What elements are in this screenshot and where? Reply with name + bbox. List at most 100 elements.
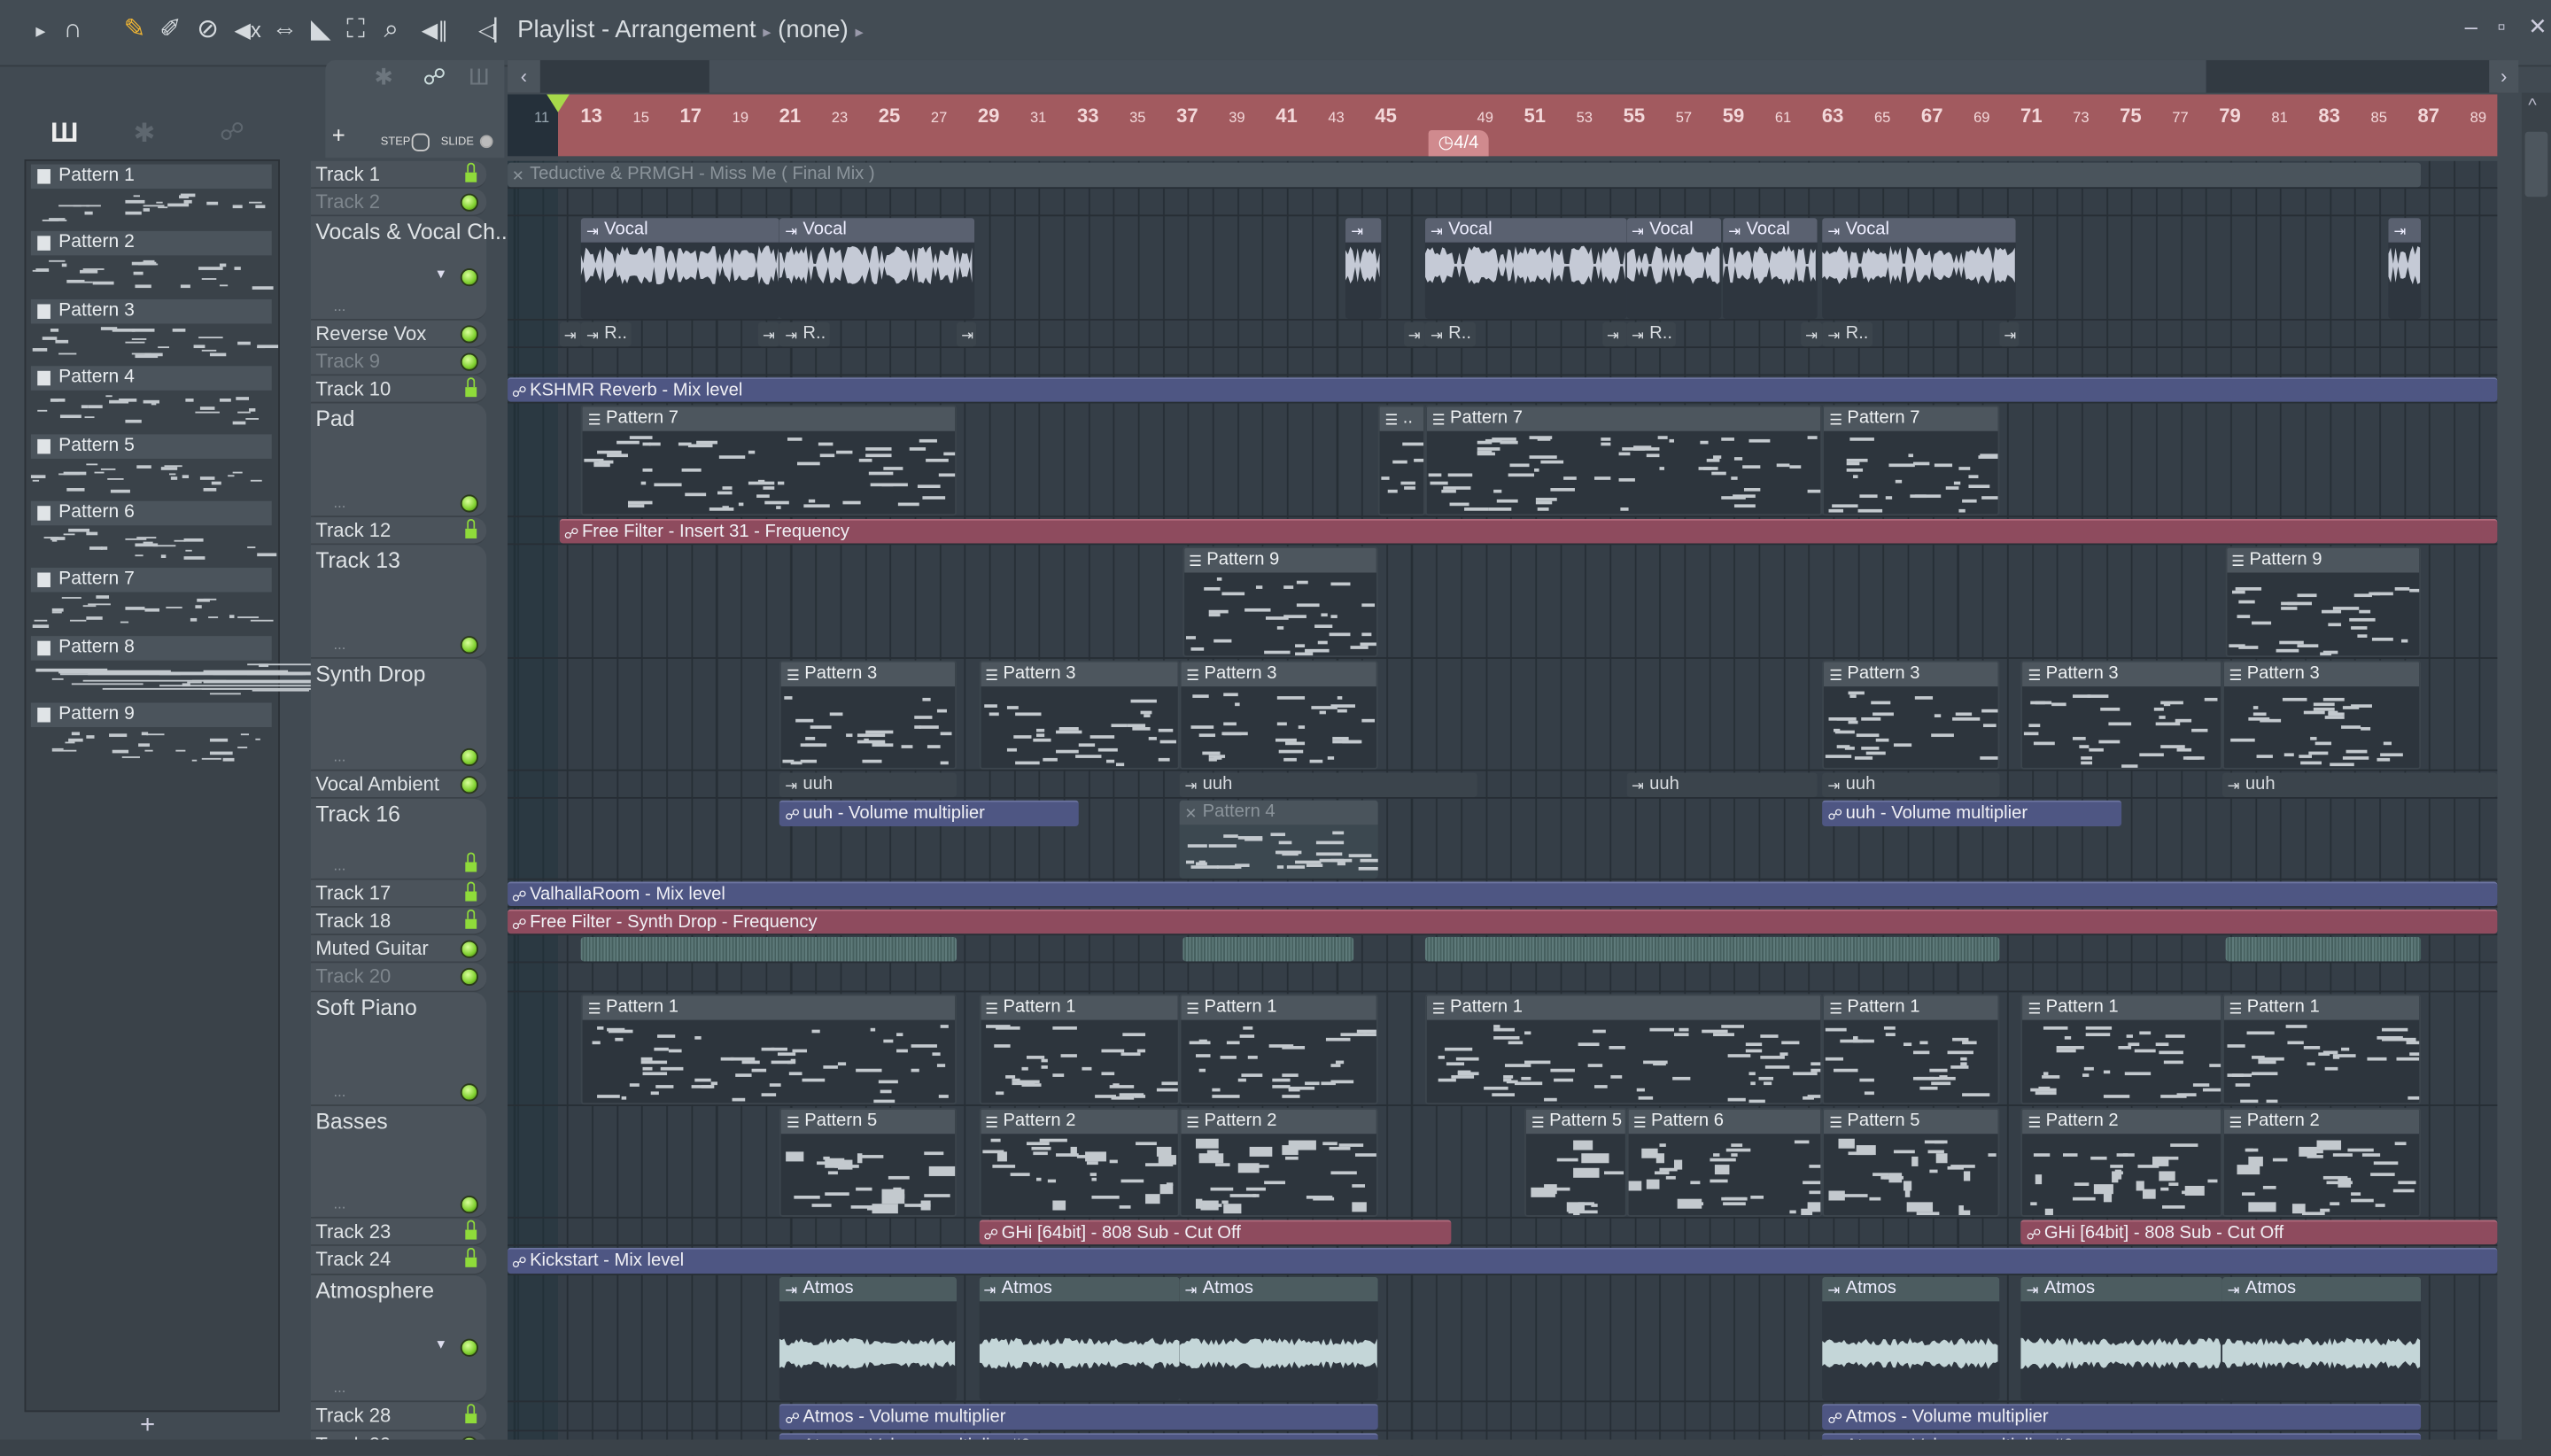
clip-muted[interactable]: ✕ Pattern 4 <box>1179 800 1379 879</box>
clip-thin[interactable]: ⇥ <box>757 321 780 347</box>
track-header[interactable]: Pad... <box>310 403 487 518</box>
track-header[interactable]: Track 23 <box>310 1218 487 1246</box>
track-more-icon[interactable]: ... <box>334 494 346 510</box>
clip-pattern[interactable]: ☰ Pattern 2 <box>2021 1107 2223 1217</box>
track-lock-icon[interactable] <box>465 377 477 398</box>
track-header[interactable]: Reverse Vox <box>310 320 487 349</box>
track-mute-led[interactable] <box>460 193 478 212</box>
track-mute-led[interactable] <box>460 636 478 654</box>
clip-pattern[interactable]: ☰ Pattern 6 <box>1626 1107 1823 1217</box>
pattern-picker-item[interactable]: Pattern 7 <box>30 568 275 631</box>
pencil-icon[interactable]: ✎ <box>124 15 146 48</box>
clip-audio[interactable]: ⇥ Atmos <box>1179 1276 1379 1401</box>
track-header[interactable]: Track 28 <box>310 1402 487 1432</box>
window-title[interactable]: Playlist - Arrangement ▸ (none) ▸ <box>517 16 864 43</box>
track-more-icon[interactable]: ... <box>334 748 346 764</box>
track-header[interactable]: Track 2 <box>310 189 487 217</box>
scroll-left-button[interactable]: ‹ <box>508 59 540 93</box>
pattern-selector[interactable]: (none) <box>778 16 849 43</box>
track-header[interactable]: Track 16... <box>310 798 487 880</box>
magnet-snap-icon[interactable]: ∩ <box>64 15 82 48</box>
overview-viewport[interactable] <box>709 59 2206 93</box>
speaker-icon[interactable]: ◁▏ <box>478 15 511 48</box>
clip-pattern[interactable]: ☰ Pattern 9 <box>1182 546 1379 658</box>
track-lock-icon[interactable] <box>465 1220 477 1240</box>
clip-audio[interactable]: ⇥ Vocal <box>1822 218 2017 319</box>
pattern-picker-item[interactable]: Pattern 2 <box>30 231 274 294</box>
vertical-scrollbar[interactable]: ^ <box>2521 92 2551 1456</box>
clip-thin[interactable]: ⇥ uuh <box>2222 772 2499 797</box>
pattern-picker-item[interactable]: Pattern 3 <box>30 298 278 361</box>
track-mute-led[interactable] <box>460 1083 478 1102</box>
clip-pattern[interactable]: ☰ Pattern 3 <box>1179 660 1379 770</box>
clip-audio[interactable]: ⇥ Atmos <box>2222 1276 2422 1401</box>
clip-pattern[interactable]: ☰ Pattern 3 <box>2021 660 2223 770</box>
clip-auto-red[interactable]: ☍ GHi [64bit] - 808 Sub - Cut Off <box>2021 1220 2499 1245</box>
clip-audio[interactable]: ⇥ Vocal <box>1425 218 1627 319</box>
automation-icon[interactable]: ☍ <box>423 64 446 91</box>
clip-thin[interactable]: ⇥ R.. <box>1626 321 1677 347</box>
clip-thin[interactable]: ⇥ uuh <box>1626 772 1818 797</box>
track-mute-led[interactable] <box>460 747 478 767</box>
scroll-right-button[interactable]: › <box>2489 59 2519 93</box>
clip-thin[interactable]: ⇥ <box>1403 321 1426 347</box>
pattern-picker-item[interactable]: Pattern 6 <box>30 500 277 563</box>
track-more-icon[interactable]: ... <box>334 298 346 314</box>
clip-auto-blue[interactable]: ☍ uuh - Volume multiplier <box>1822 800 2121 827</box>
clip-pattern[interactable]: ☰ Pattern 3 <box>2222 660 2422 770</box>
track-mute-led[interactable] <box>460 940 478 958</box>
clip-thin[interactable]: ⇥ <box>956 321 977 347</box>
clip-audio[interactable]: ⇥ <box>2388 218 2422 319</box>
clip-pattern[interactable]: ☰ Pattern 3 <box>1822 660 1999 770</box>
track-header[interactable]: Vocals & Vocal Ch.. ▼... <box>310 216 508 321</box>
clip-pattern[interactable]: ☰ Pattern 7 <box>1822 405 1999 516</box>
track-lock-icon[interactable] <box>465 518 477 538</box>
track-header[interactable]: Track 9 <box>310 348 487 376</box>
scroll-up-icon[interactable]: ^ <box>2528 96 2536 115</box>
clip-pattern[interactable]: ☰ Pattern 1 <box>581 994 957 1105</box>
select-icon[interactable]: ⛶ <box>346 15 365 48</box>
clip-muted[interactable]: ✕ Teductive & PRMGH - Miss Me ( Final Mix… <box>507 162 2422 188</box>
track-more-icon[interactable]: ... <box>334 636 346 652</box>
clip-auto-red[interactable]: ☍ Free Filter - Synth Drop - Frequency <box>507 909 2499 934</box>
clip-pattern[interactable]: ☰ Pattern 1 <box>1425 994 1823 1105</box>
clip-pattern[interactable]: ☰ Pattern 1 <box>2021 994 2223 1105</box>
track-header[interactable]: Track 24 <box>310 1245 487 1275</box>
paint-brush-icon[interactable]: ✐ <box>159 15 182 48</box>
delete-icon[interactable]: ⊘ <box>197 15 219 48</box>
track-more-icon[interactable]: ... <box>334 1083 346 1099</box>
time-signature-marker[interactable]: ◷4/4 <box>1428 129 1489 157</box>
pattern-picker-item[interactable]: Pattern 4 <box>30 366 272 429</box>
clip-audio[interactable]: ⇥ Vocal <box>581 218 780 319</box>
clip-thin[interactable]: ⇥ <box>1800 321 1823 347</box>
track-mute-led[interactable] <box>460 494 478 513</box>
clip-thin[interactable]: ⇥ uuh <box>779 772 957 797</box>
clip-auto-blue[interactable]: ☍ Atmos - Volume multiplier <box>1822 1404 2422 1430</box>
track-lock-icon[interactable] <box>465 1404 477 1424</box>
track-header[interactable]: Track 10 <box>310 376 487 404</box>
track-mute-led[interactable] <box>460 776 478 794</box>
clip-thin[interactable]: ⇥ R.. <box>581 321 632 347</box>
playlist-overview-scrollbar[interactable] <box>508 59 2498 93</box>
scrollbar-thumb[interactable] <box>2524 131 2548 197</box>
minimize-icon[interactable]: – <box>2465 13 2477 39</box>
clip-auto-red[interactable]: ☍ GHi [64bit] - 808 Sub - Cut Off <box>978 1220 1451 1245</box>
piano-icon[interactable]: Ш <box>469 64 490 89</box>
track-more-icon[interactable]: ... <box>334 857 346 873</box>
clip-thin[interactable]: ⇥ <box>1998 321 2020 347</box>
track-mute-led[interactable] <box>460 352 478 371</box>
clip-pattern[interactable]: ☰ Pattern 2 <box>1179 1107 1379 1217</box>
track-more-icon[interactable]: ... <box>334 1380 346 1396</box>
maximize-icon[interactable]: ▫ <box>2497 13 2505 39</box>
track-more-icon[interactable]: ... <box>334 1196 346 1212</box>
track-header[interactable]: Soft Piano... <box>310 992 487 1106</box>
track-header[interactable]: Track 12 <box>310 517 487 546</box>
clip-auto-blue[interactable]: ☍ Kickstart - Mix level <box>507 1247 2499 1274</box>
track-header[interactable]: Track 20 <box>310 963 487 993</box>
clip-audio[interactable]: ⇥ Vocal <box>1626 218 1721 319</box>
track-header[interactable]: Synth Drop... <box>310 658 487 771</box>
track-header[interactable]: Basses... <box>310 1105 487 1219</box>
clip-pattern[interactable]: ☰ Pattern 7 <box>581 405 957 516</box>
clip-thin[interactable]: ⇥ <box>559 321 582 347</box>
pattern-picker-item[interactable]: Pattern 9 <box>30 702 272 765</box>
